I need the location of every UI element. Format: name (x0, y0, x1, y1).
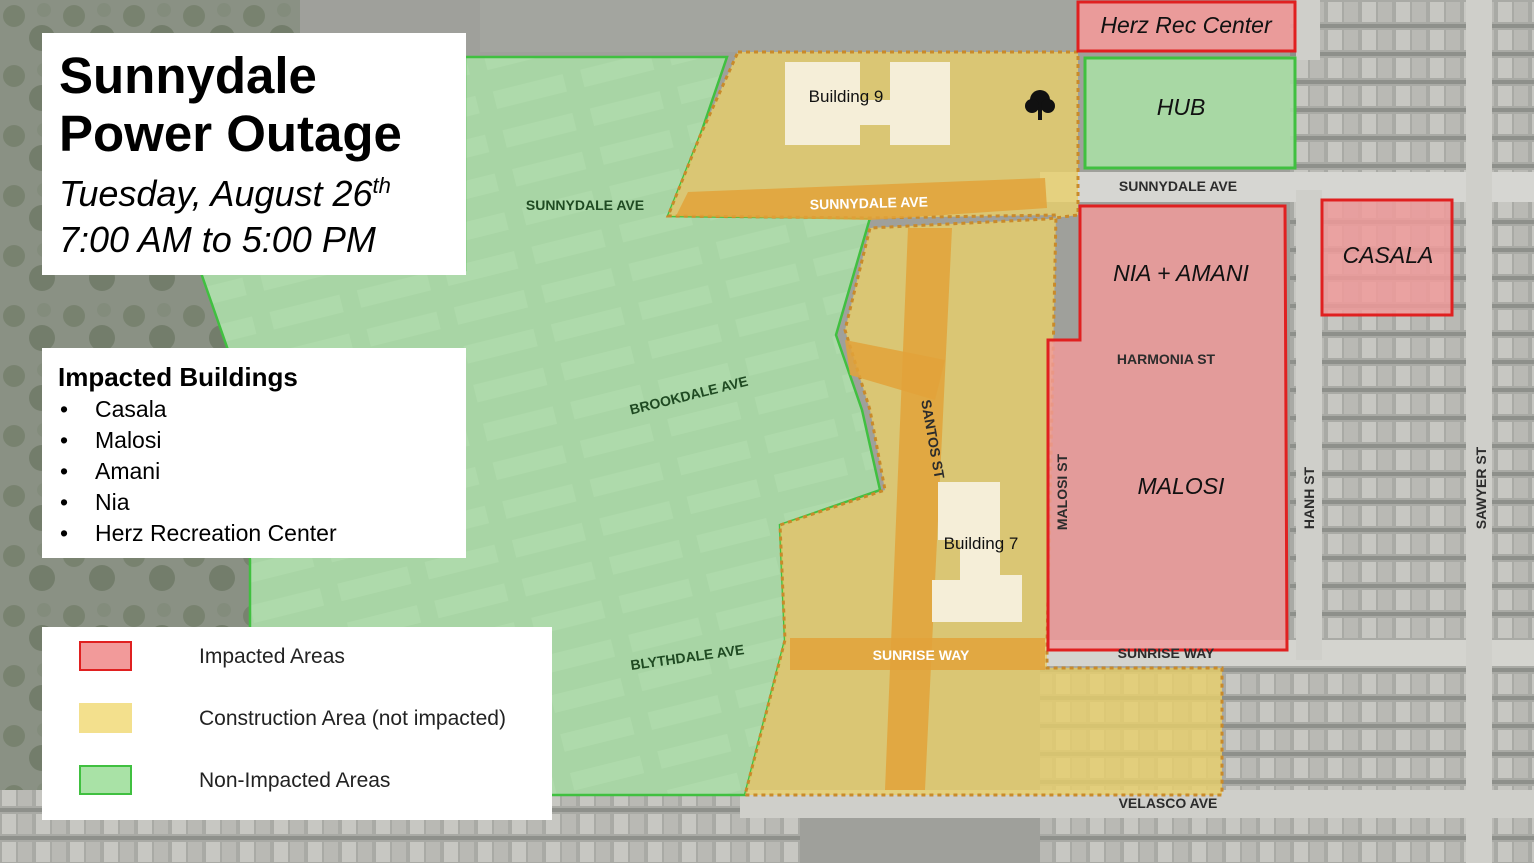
street-velasco-ave: VELASCO AVE (1119, 795, 1218, 811)
street-harmonia-st: HARMONIA ST (1117, 351, 1216, 367)
list-item: Casala (58, 394, 466, 425)
hanh-st-road (1296, 190, 1322, 660)
street-sunrise-way-construction: SUNRISE WAY (873, 647, 970, 663)
list-item: Nia (58, 487, 466, 518)
impacted-buildings-list: Casala Malosi Amani Nia Herz Recreation … (58, 394, 466, 549)
impacted-buildings-panel: Impacted Buildings Casala Malosi Amani N… (42, 348, 466, 558)
building9-label: Building 9 (809, 87, 884, 106)
nia-amani-label: NIA + AMANI (1113, 260, 1249, 286)
list-item: Malosi (58, 425, 466, 456)
malosi-label: MALOSI (1138, 473, 1226, 499)
title-line2: Power Outage (59, 105, 402, 162)
outage-date: Tuesday, August 26th (59, 163, 466, 217)
sawyer-st-road (1466, 0, 1492, 863)
legend-label-impacted: Impacted Areas (199, 645, 345, 668)
legend-swatch-non-impacted (79, 765, 132, 795)
impacted-buildings-heading: Impacted Buildings (58, 362, 298, 392)
outage-date-main: Tuesday, August 26 (59, 173, 373, 214)
outage-time: 7:00 AM to 5:00 PM (59, 219, 376, 260)
building7-label: Building 7 (944, 534, 1019, 553)
street-sunnydale-ave-east: SUNNYDALE AVE (1119, 178, 1237, 194)
legend-label-non-impacted: Non-Impacted Areas (199, 769, 391, 792)
legend-swatch-impacted (79, 641, 132, 671)
casala-label: CASALA (1343, 242, 1434, 268)
street-sawyer-st: SAWYER ST (1473, 446, 1489, 529)
list-item: Herz Recreation Center (58, 518, 466, 549)
street-malosi-st: MALOSI ST (1054, 453, 1070, 530)
legend-panel: Impacted Areas Construction Area (not im… (42, 627, 552, 820)
outage-date-suffix: th (372, 173, 391, 198)
sunnydale-ave-road (1040, 172, 1534, 202)
street-sunnydale-ave-west: SUNNYDALE AVE (526, 197, 644, 213)
street-hanh-st: HANH ST (1301, 466, 1317, 529)
legend-label-construction: Construction Area (not impacted) (199, 707, 506, 730)
list-item: Amani (58, 456, 466, 487)
hub-label: HUB (1157, 94, 1206, 120)
legend-swatch-construction (79, 703, 132, 733)
herz-rec-center-label: Herz Rec Center (1100, 12, 1273, 38)
title-line1: Sunnydale (59, 47, 317, 104)
title-panel: Sunnydale Power Outage Tuesday, August 2… (42, 33, 466, 275)
street-sunrise-way-east: SUNRISE WAY (1118, 645, 1215, 661)
street-sunnydale-ave-construction: SUNNYDALE AVE (810, 193, 929, 212)
